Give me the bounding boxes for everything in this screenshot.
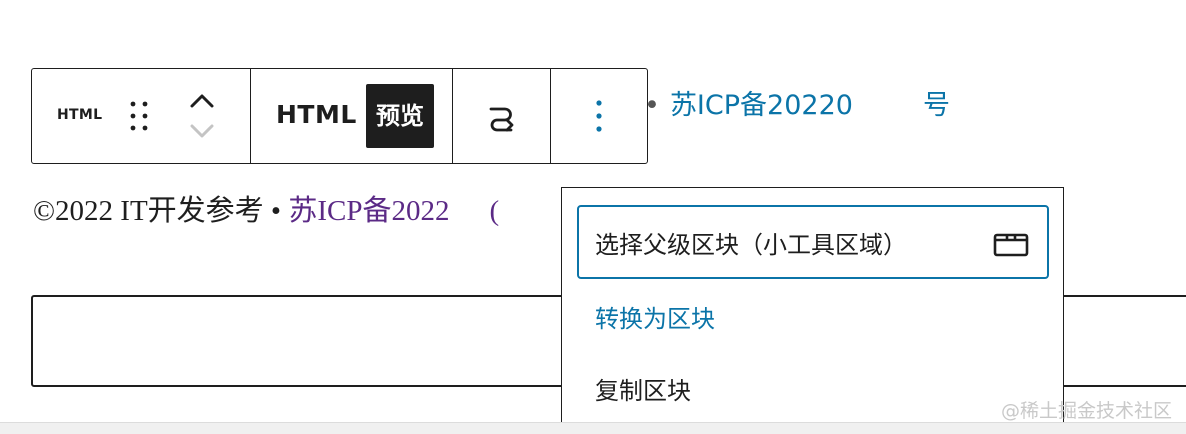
widget-area-icon: [993, 233, 1029, 257]
more-vertical-icon: [596, 100, 602, 132]
tab-preview[interactable]: 预览: [366, 84, 434, 148]
options-group: [550, 69, 647, 163]
options-button[interactable]: [575, 92, 623, 140]
icp-link-visited-tail: (: [489, 195, 500, 227]
duplicate-block-item[interactable]: 复制区块: [577, 351, 1049, 425]
block-options-menu: 选择父级区块（小工具区域） 转换为区块 复制区块: [561, 187, 1064, 434]
block-type-label[interactable]: HTML: [57, 107, 102, 123]
html-preview-tabs: HTML 预览: [250, 69, 452, 163]
select-parent-block-item[interactable]: 选择父级区块（小工具区域）: [577, 205, 1049, 279]
chevron-down-icon: [190, 124, 214, 138]
icp-link-visited[interactable]: 苏ICP备2022: [288, 195, 449, 227]
icp-link-tail: 号: [922, 90, 950, 121]
transform-arrow-icon: [489, 107, 513, 132]
copyright-line: ©2022 IT开发参考 • 苏ICP备2022 (: [33, 193, 499, 229]
watermark: @稀土掘金技术社区: [1000, 400, 1172, 422]
block-switcher-group: HTML: [32, 69, 250, 163]
transform-group: [452, 69, 550, 163]
convert-to-blocks-item[interactable]: 转换为区块: [577, 279, 1049, 353]
block-toolbar: HTML HTML 预览: [31, 68, 648, 164]
menu-item-label: 选择父级区块（小工具区域）: [595, 230, 907, 259]
copyright-text: ©2022 IT开发参考 •: [33, 195, 282, 227]
transform-button[interactable]: [478, 92, 526, 140]
tab-html[interactable]: HTML: [276, 100, 357, 129]
icp-link[interactable]: 苏ICP备20220: [670, 90, 853, 121]
menu-item-label: 转换为区块: [595, 304, 715, 333]
block-mover: [188, 89, 216, 145]
drag-handle-icon[interactable]: [128, 100, 150, 132]
chevron-up-icon[interactable]: [188, 89, 216, 113]
editor-bottom-bar: [0, 422, 1186, 434]
menu-item-label: 复制区块: [595, 376, 691, 405]
footer-preview-text: • 苏ICP备20220 号: [644, 88, 950, 124]
editor-canvas: • 苏ICP备20220 号 ©2022 IT开发参考 • 苏ICP备2022( H…: [0, 0, 1186, 434]
